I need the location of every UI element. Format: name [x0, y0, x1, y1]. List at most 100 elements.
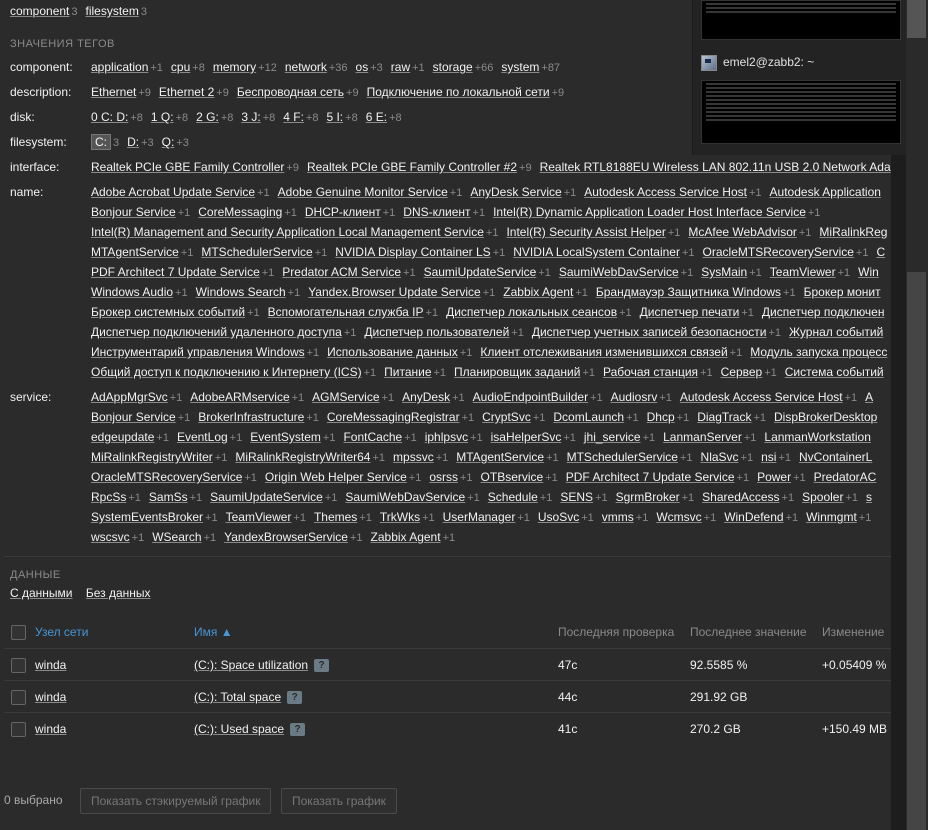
item-name-link[interactable]: (C:): Total space	[194, 690, 281, 704]
tag-value-link[interactable]: os	[356, 60, 369, 74]
scrollbar-thumb-lower[interactable]	[907, 272, 926, 830]
select-all-checkbox[interactable]	[11, 625, 26, 640]
tag-value-link[interactable]: Система событий	[785, 365, 884, 379]
tag-value-link[interactable]: Predator ACM Service	[282, 265, 401, 279]
tag-value-link[interactable]: storage	[433, 60, 473, 74]
tag-value-link[interactable]: Realtek RTL8188EU Wireless LAN 802.11n U…	[540, 160, 891, 174]
tag-value-link[interactable]: system	[501, 60, 539, 74]
window-title[interactable]: emel2@zabb2: ~	[701, 55, 814, 71]
tag-value-link[interactable]: Wcmsvc	[656, 510, 701, 524]
without-data-link[interactable]: Без данных	[86, 586, 151, 600]
tag-value-link[interactable]: memory	[213, 60, 256, 74]
tag-value-link[interactable]: Диспетчер пользователей	[364, 325, 509, 339]
tag-value-link[interactable]: 1 Q:	[151, 110, 174, 124]
row-checkbox[interactable]	[11, 690, 26, 705]
tag-value-link[interactable]: Беспроводная сеть	[237, 85, 344, 99]
host-link[interactable]: winda	[35, 658, 66, 672]
tag-value-link[interactable]: osrss	[429, 470, 458, 484]
tag-value-link[interactable]: PredatorAC	[814, 470, 877, 484]
row-checkbox[interactable]	[11, 722, 26, 737]
tag-value-link[interactable]: Adobe Acrobat Update Service	[91, 185, 255, 199]
tag-value-link[interactable]: 5 I:	[326, 110, 343, 124]
tag-value-link[interactable]: A	[865, 390, 873, 404]
tag-value-link[interactable]: D:	[127, 135, 139, 149]
show-stacked-graph-button[interactable]: Показать стэкируемый график	[80, 788, 272, 814]
tag-value-link[interactable]: Диспетчер учетных записей безопасности	[532, 325, 767, 339]
tag-value-link[interactable]: 6 E:	[366, 110, 387, 124]
item-name-link[interactable]: (C:): Space utilization	[194, 658, 308, 672]
tag-value-link[interactable]: AudioEndpointBuilder	[473, 390, 588, 404]
tag-value-link[interactable]: C	[876, 245, 885, 259]
tag-value-link[interactable]: Themes	[314, 510, 357, 524]
tag-value-link[interactable]: Брокер монит	[804, 285, 881, 299]
tag-value-link[interactable]: TeamViewer	[770, 265, 836, 279]
with-data-link[interactable]: С данными	[10, 586, 73, 600]
tag-value-link[interactable]: NVIDIA Display Container LS	[335, 245, 490, 259]
tag-value-link[interactable]: SaumiUpdateService	[210, 490, 323, 504]
tag-value-link[interactable]: NVIDIA LocalSystem Container	[513, 245, 680, 259]
tag-value-link[interactable]: SaumiWebDavService	[345, 490, 465, 504]
tag-value-link[interactable]: AdobeARMservice	[190, 390, 289, 404]
tag-value-link[interactable]: LanmanWorkstation	[764, 430, 871, 444]
tag-value-link[interactable]: MiRalinkReg	[819, 225, 887, 239]
tag-value-link[interactable]: Диспетчер печати	[640, 305, 740, 319]
show-graph-button[interactable]: Показать график	[281, 788, 397, 814]
host-link[interactable]: winda	[35, 722, 66, 736]
tag-value-link[interactable]: WSearch	[152, 530, 201, 544]
tag-value-link[interactable]: AnyDesk Service	[470, 185, 561, 199]
tag-value-link[interactable]: mpssvc	[393, 450, 434, 464]
tag-value-link[interactable]: 3 J:	[241, 110, 260, 124]
tag-value-link[interactable]: Питание	[384, 365, 431, 379]
tag-value-link[interactable]: SysMain	[701, 265, 747, 279]
tag-value-link[interactable]: iphlpsvc	[425, 430, 468, 444]
tag-value-link[interactable]: DispBrokerDesktop	[774, 410, 877, 424]
tag-value-link[interactable]: TrkWks	[380, 510, 420, 524]
tag-value-link[interactable]: DiagTrack	[697, 410, 751, 424]
tag-value-link[interactable]: CoreMessagingRegistrar	[327, 410, 460, 424]
tag-value-link[interactable]: SaumiUpdateService	[424, 265, 537, 279]
tag-value-link[interactable]: Клиент отслеживания изменившихся связей	[480, 345, 727, 359]
tag-value-link[interactable]: SaumiWebDavService	[559, 265, 679, 279]
tag-value-link[interactable]: UsoSvc	[538, 510, 579, 524]
tag-value-link[interactable]: WinDefend	[724, 510, 783, 524]
tag-value-link[interactable]: 2 G:	[196, 110, 219, 124]
tag-value-link[interactable]: Windows Audio	[91, 285, 173, 299]
tag-value-link[interactable]: OTBservice	[481, 470, 544, 484]
tag-value-link[interactable]: edgeupdate	[91, 430, 154, 444]
tag-value-link[interactable]: EventLog	[177, 430, 228, 444]
tag-value-link[interactable]: Power	[757, 470, 791, 484]
tag-value-link[interactable]: Инструментарий управления Windows	[91, 345, 305, 359]
tag-value-link[interactable]: Autodesk Application	[770, 185, 881, 199]
tag-value-link[interactable]: Q:	[162, 135, 175, 149]
tag-value-link[interactable]: Ethernet 2	[159, 85, 214, 99]
tag-value-link[interactable]: SharedAccess	[702, 490, 779, 504]
tag-value-link[interactable]: Zabbix Agent	[503, 285, 573, 299]
column-host[interactable]: Узел сети	[35, 625, 88, 639]
row-checkbox[interactable]	[11, 658, 26, 673]
tag-value-link[interactable]: Bonjour Service	[91, 410, 176, 424]
tag-value-link[interactable]: C:	[91, 134, 111, 150]
tag-value-link[interactable]: Realtek PCIe GBE Family Controller #2	[307, 160, 517, 174]
tag-value-link[interactable]: OracleMTSRecoveryService	[703, 245, 854, 259]
tag-value-link[interactable]: Winmgmt	[806, 510, 857, 524]
tag-value-link[interactable]: nsi	[761, 450, 776, 464]
tag-value-link[interactable]: FontCache	[343, 430, 402, 444]
tag-filter-link[interactable]: component	[10, 4, 69, 18]
terminal-thumbnail[interactable]	[701, 80, 901, 144]
tag-value-link[interactable]: OracleMTSRecoveryService	[91, 470, 242, 484]
tag-value-link[interactable]: Журнал событий	[789, 325, 883, 339]
tag-value-link[interactable]: Рабочая станция	[603, 365, 698, 379]
tag-value-link[interactable]: Bonjour Service	[91, 205, 176, 219]
tag-value-link[interactable]: TeamViewer	[226, 510, 292, 524]
tag-value-link[interactable]: Audiosrv	[611, 390, 658, 404]
tag-value-link[interactable]: Сервер	[721, 365, 763, 379]
tag-value-link[interactable]: application	[91, 60, 148, 74]
tag-value-link[interactable]: PDF Architect 7 Update Service	[91, 265, 260, 279]
tag-value-link[interactable]: BrokerInfrastructure	[198, 410, 304, 424]
tag-value-link[interactable]: Intel(R) Management and Security Applica…	[91, 225, 484, 239]
tag-value-link[interactable]: raw	[391, 60, 410, 74]
tag-value-link[interactable]: Windows Search	[196, 285, 286, 299]
tag-value-link[interactable]: MTAgentService	[91, 245, 179, 259]
tag-value-link[interactable]: 0 C: D:	[91, 110, 128, 124]
tag-value-link[interactable]: Диспетчер локальных сеансов	[446, 305, 617, 319]
